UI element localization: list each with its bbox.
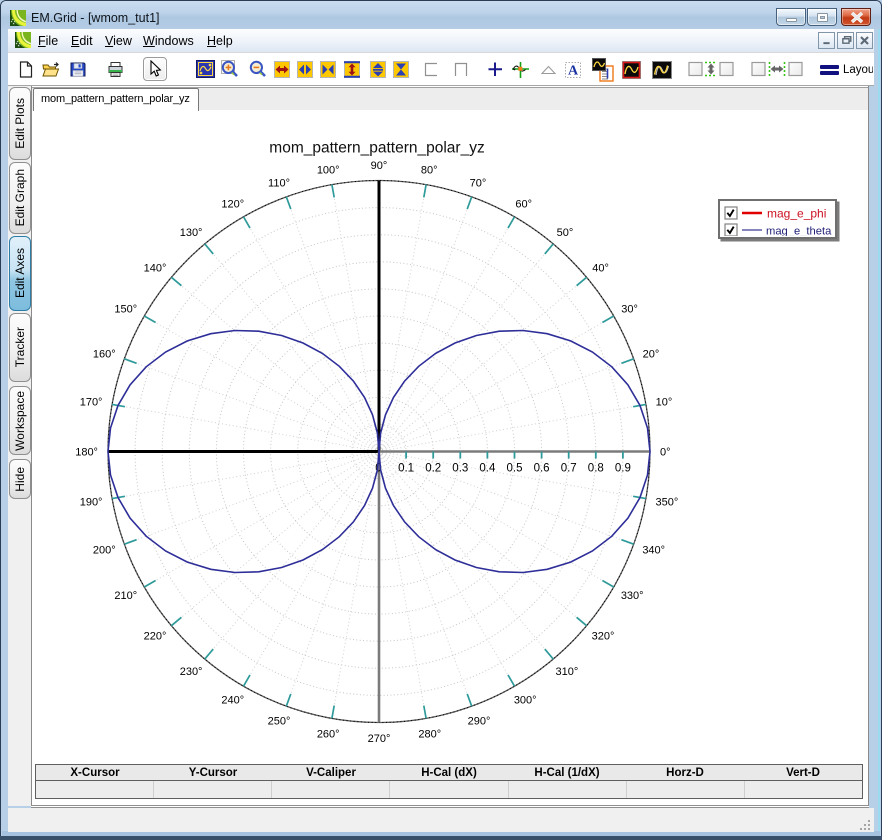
svg-text:130°: 130° (180, 227, 203, 239)
svg-text:330°: 330° (621, 590, 644, 602)
svg-text:290°: 290° (468, 716, 491, 728)
svg-text:260°: 260° (317, 729, 340, 741)
svg-text:0.7: 0.7 (561, 463, 577, 475)
svg-text:180°: 180° (75, 447, 98, 459)
svg-text:310°: 310° (556, 666, 579, 678)
svg-text:0.8: 0.8 (588, 463, 604, 475)
svg-text:50°: 50° (557, 227, 574, 239)
svg-text:0.2: 0.2 (425, 463, 441, 475)
svg-text:100°: 100° (317, 164, 340, 176)
svg-text:mag_e_theta: mag_e_theta (766, 225, 832, 236)
svg-text:210°: 210° (114, 590, 137, 602)
svg-text:350°: 350° (656, 496, 679, 508)
svg-text:230°: 230° (180, 666, 203, 678)
svg-text:0°: 0° (660, 447, 671, 459)
svg-text:0.4: 0.4 (479, 463, 496, 475)
svg-text:200°: 200° (93, 545, 116, 557)
svg-text:270°: 270° (368, 733, 391, 745)
svg-text:170°: 170° (80, 397, 103, 409)
svg-text:0.6: 0.6 (534, 463, 550, 475)
svg-text:160°: 160° (93, 349, 116, 361)
svg-text:300°: 300° (514, 695, 537, 707)
svg-text:20°: 20° (643, 349, 660, 361)
svg-text:280°: 280° (418, 729, 441, 741)
svg-text:240°: 240° (221, 695, 244, 707)
svg-text:150°: 150° (114, 303, 137, 315)
svg-text:190°: 190° (80, 496, 103, 508)
svg-text:mag_e_phi: mag_e_phi (767, 206, 826, 220)
svg-text:250°: 250° (268, 716, 291, 728)
svg-text:340°: 340° (642, 545, 665, 557)
svg-text:140°: 140° (144, 262, 167, 274)
svg-text:320°: 320° (592, 631, 615, 643)
svg-text:220°: 220° (144, 631, 167, 643)
svg-text:80°: 80° (421, 164, 438, 176)
svg-text:mom_pattern_pattern_polar_yz: mom_pattern_pattern_polar_yz (269, 140, 484, 157)
svg-text:40°: 40° (592, 262, 609, 274)
svg-text:60°: 60° (515, 198, 532, 210)
svg-text:10°: 10° (656, 397, 673, 409)
svg-text:A: A (568, 64, 579, 79)
svg-text:90°: 90° (371, 160, 388, 172)
svg-text:0.5: 0.5 (507, 463, 523, 475)
svg-text:30°: 30° (621, 303, 638, 315)
svg-text:110°: 110° (268, 177, 290, 189)
svg-text:0.1: 0.1 (398, 463, 414, 475)
svg-text:0.3: 0.3 (452, 463, 468, 475)
svg-text:70°: 70° (470, 177, 487, 189)
svg-text:0.9: 0.9 (615, 463, 631, 475)
svg-text:120°: 120° (221, 198, 244, 210)
